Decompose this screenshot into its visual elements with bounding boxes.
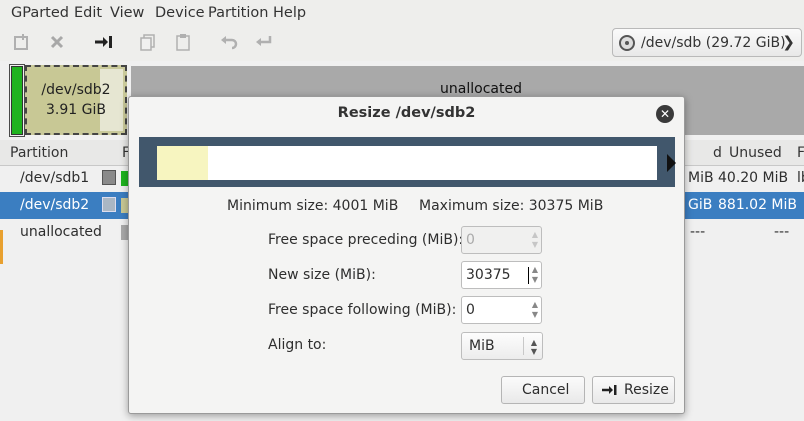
align-to-value: MiB <box>469 338 495 354</box>
menu-view[interactable]: View <box>110 5 144 21</box>
lock-icon <box>102 197 116 212</box>
apply-icon[interactable] <box>253 33 275 55</box>
resize-slider-partition[interactable] <box>157 146 657 180</box>
free-following-label: Free space following (MiB): <box>268 302 457 318</box>
resize-move-icon[interactable] <box>92 33 114 55</box>
paste-icon[interactable] <box>172 33 194 55</box>
resize-button-label: Resize <box>624 382 669 398</box>
resize-handle-right-icon[interactable] <box>667 154 676 172</box>
device-selector[interactable]: /dev/sdb (29.72 GiB) ❯ <box>612 28 802 57</box>
menu-edit[interactable]: Edit <box>74 5 102 21</box>
spin-up-icon: ▲ <box>531 230 538 239</box>
align-to-label: Align to: <box>268 337 327 353</box>
menubar: GParted Edit View Device Partition Help <box>0 0 804 27</box>
resize-button[interactable]: Resize <box>592 376 675 404</box>
lock-icon <box>102 170 116 185</box>
cancel-button[interactable]: Cancel <box>501 376 585 404</box>
cancel-button-label: Cancel <box>522 382 570 398</box>
resize-dialog: Resize /dev/sdb2 ✕ Minimum size: 4001 Mi… <box>128 96 685 414</box>
combo-separator <box>523 337 524 355</box>
menu-help[interactable]: Help <box>273 5 306 21</box>
new-size-label: New size (MiB): <box>268 267 376 283</box>
harddisk-icon <box>619 35 635 51</box>
row-used: --- <box>690 224 706 240</box>
menu-partition[interactable]: Partition <box>208 5 268 21</box>
new-size-value[interactable]: 30375 <box>466 267 511 283</box>
row-unused: --- <box>774 224 790 240</box>
spin-down-icon: ▼ <box>531 240 538 249</box>
resize-slider-used-space <box>157 146 208 180</box>
combo-up-icon: ▲ <box>530 338 537 347</box>
resize-move-icon <box>601 383 617 401</box>
window-edge-marker <box>0 230 3 264</box>
combo-down-icon: ▼ <box>530 347 537 356</box>
free-following-spinner[interactable]: 0 ▲ ▼ <box>461 296 542 324</box>
row-partition: /dev/sdb1 <box>20 170 90 186</box>
row-partition: /dev/sdb2 <box>20 197 90 213</box>
row-unused: 40.20 MiB <box>718 170 789 186</box>
maximum-size-text: Maximum size: 30375 MiB <box>419 198 604 214</box>
menu-device[interactable]: Device <box>155 5 205 21</box>
menu-gparted[interactable]: GParted <box>11 5 69 21</box>
col-used[interactable]: d <box>713 145 722 161</box>
row-partition: unallocated <box>20 224 102 240</box>
close-icon[interactable]: ✕ <box>656 105 674 123</box>
graph-sdb1-used <box>11 66 23 135</box>
undo-icon[interactable] <box>218 33 240 55</box>
row-used: GiB <box>688 197 713 213</box>
spin-up-icon[interactable]: ▲ <box>532 266 538 274</box>
free-preceding-spinner: 0 ▲ ▼ <box>461 226 542 254</box>
row-flags: lb <box>797 170 804 186</box>
new-size-spinner[interactable]: 30375 ▲ ▼ <box>461 261 542 289</box>
spin-down-icon[interactable]: ▼ <box>532 276 538 284</box>
graph-sdb2-size: 3.91 GiB <box>46 102 106 118</box>
copy-icon[interactable] <box>137 33 159 55</box>
delete-icon[interactable] <box>46 33 68 55</box>
col-flags[interactable]: F <box>797 145 804 161</box>
graph-sdb2-name: /dev/sdb2 <box>41 82 111 98</box>
col-partition[interactable]: Partition <box>10 145 68 161</box>
align-to-combo[interactable]: MiB ▲ ▼ <box>461 332 543 360</box>
chevron-down-icon: ❯ <box>782 33 795 51</box>
row-unused: 881.02 MiB <box>718 197 798 213</box>
spin-up-icon[interactable]: ▲ <box>532 301 538 309</box>
free-following-value[interactable]: 0 <box>466 302 475 318</box>
row-used: MiB <box>688 170 714 186</box>
graph-unallocated-label: unallocated <box>440 81 522 97</box>
minimum-size-text: Minimum size: 4001 MiB <box>227 198 399 214</box>
free-preceding-label: Free space preceding (MiB): <box>268 232 464 248</box>
spin-down-icon[interactable]: ▼ <box>532 311 538 319</box>
text-cursor <box>528 267 529 284</box>
graph-sdb2-label: /dev/sdb2 3.91 GiB <box>30 80 122 120</box>
new-icon[interactable] <box>11 33 33 55</box>
free-preceding-value: 0 <box>466 232 475 248</box>
dialog-title: Resize /dev/sdb2 <box>337 105 476 121</box>
col-unused[interactable]: Unused <box>729 145 782 161</box>
device-selector-label: /dev/sdb (29.72 GiB) <box>641 35 786 51</box>
